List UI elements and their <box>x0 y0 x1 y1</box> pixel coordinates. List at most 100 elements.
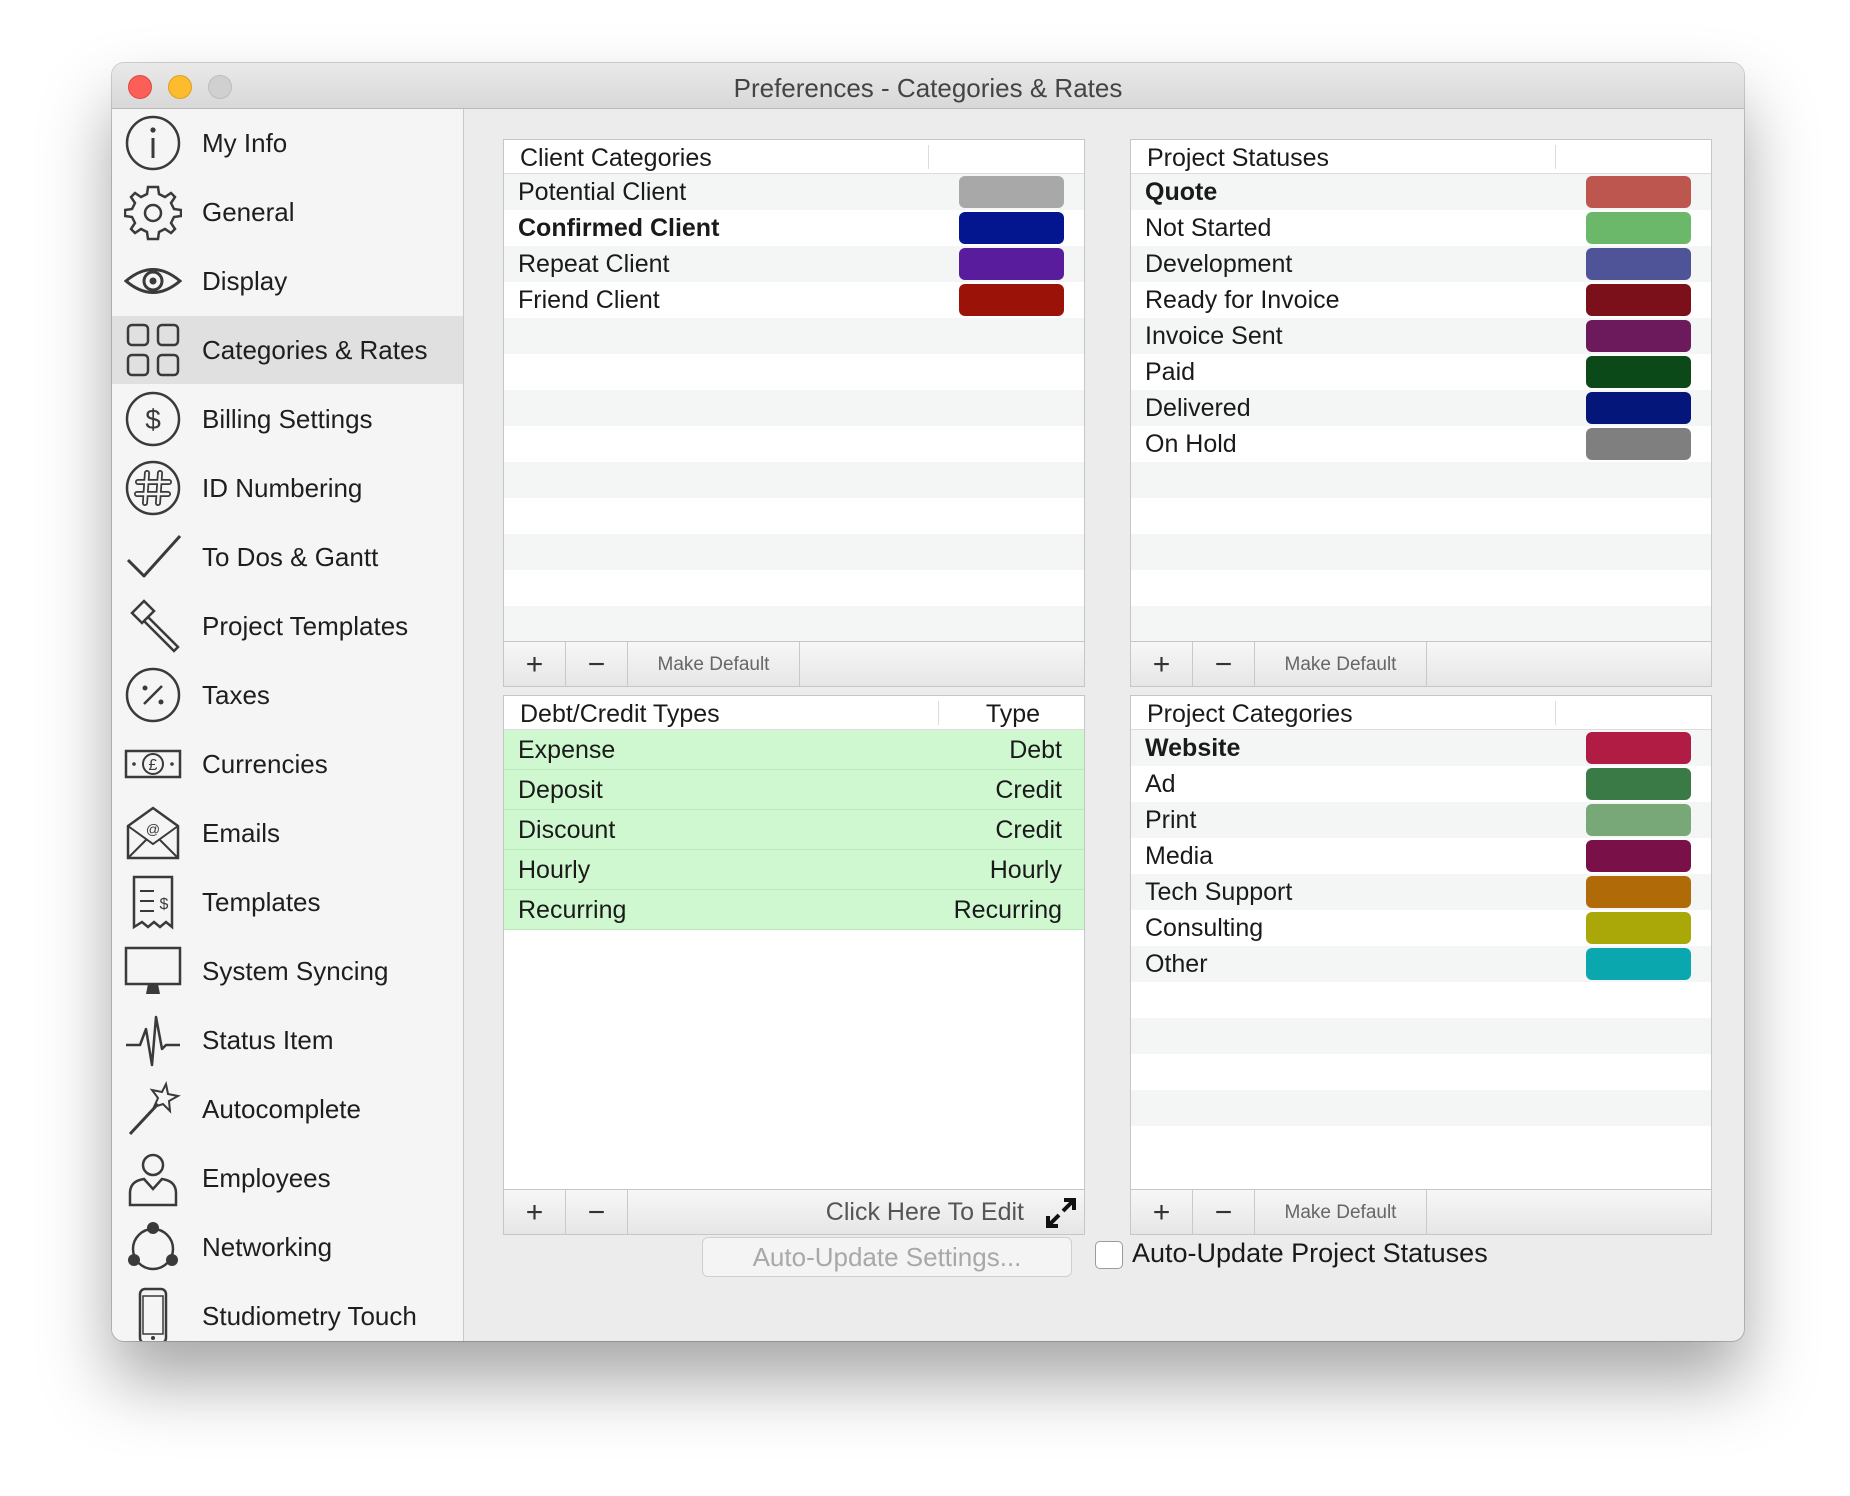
add-button[interactable]: + <box>1131 642 1193 686</box>
list-item[interactable]: Hourly Hourly <box>504 850 1084 890</box>
make-default-button[interactable]: Make Default <box>1255 642 1427 686</box>
sidebar-item-employees[interactable]: Employees <box>112 1144 463 1212</box>
sidebar-item-emails[interactable]: @ Emails <box>112 799 463 867</box>
make-default-button[interactable]: Make Default <box>1255 1190 1427 1234</box>
add-button[interactable]: + <box>504 642 566 686</box>
column-header-project-categories[interactable]: Project Categories <box>1147 700 1353 729</box>
sidebar-item-autocomplete[interactable]: Autocomplete <box>112 1075 463 1143</box>
sidebar-item-display[interactable]: Display <box>112 247 463 315</box>
sidebar-item-label: Display <box>202 265 288 296</box>
color-swatch[interactable] <box>1586 428 1691 460</box>
list-item[interactable]: Development <box>1131 246 1711 282</box>
dollar-icon: $ <box>124 390 182 448</box>
list-item[interactable]: Not Started <box>1131 210 1711 246</box>
sidebar-item-status-item[interactable]: Status Item <box>112 1006 463 1074</box>
auto-update-checkbox[interactable] <box>1095 1241 1123 1269</box>
list-item-label: On Hold <box>1145 430 1237 458</box>
remove-button[interactable]: − <box>1193 1190 1255 1234</box>
color-swatch[interactable] <box>1586 320 1691 352</box>
sidebar-item-general[interactable]: General <box>112 178 463 246</box>
sidebar-item-my-info[interactable]: My Info <box>112 109 463 177</box>
sidebar-item-taxes[interactable]: Taxes <box>112 661 463 729</box>
list-item[interactable]: Delivered <box>1131 390 1711 426</box>
list-item[interactable]: Discount Credit <box>504 810 1084 850</box>
list-item[interactable]: Tech Support <box>1131 874 1711 910</box>
list-item-type: Hourly <box>989 856 1062 884</box>
color-swatch[interactable] <box>1586 356 1691 388</box>
list-item[interactable]: Friend Client <box>504 282 1084 318</box>
auto-update-checkbox-label[interactable]: Auto-Update Project Statuses <box>1132 1238 1488 1269</box>
sidebar-item-networking[interactable]: Networking <box>112 1213 463 1281</box>
sidebar-item-label: Currencies <box>202 748 328 779</box>
color-swatch[interactable] <box>1586 948 1691 980</box>
column-header-debt-credit-types[interactable]: Debt/Credit Types <box>520 700 720 729</box>
color-swatch[interactable] <box>1586 732 1691 764</box>
sidebar-item-label: Categories & Rates <box>202 334 428 365</box>
list-item[interactable]: Expense Debt <box>504 730 1084 770</box>
monitor-icon <box>124 942 182 1000</box>
color-swatch[interactable] <box>1586 212 1691 244</box>
list-item-label: Expense <box>518 736 616 764</box>
list-item[interactable]: Deposit Credit <box>504 770 1084 810</box>
color-swatch[interactable] <box>1586 876 1691 908</box>
list-item[interactable]: Ad <box>1131 766 1711 802</box>
sidebar-item-to-dos-gantt[interactable]: To Dos & Gantt <box>112 523 463 591</box>
list-item[interactable]: Invoice Sent <box>1131 318 1711 354</box>
empty-row <box>504 426 1084 462</box>
sidebar-item-billing-settings[interactable]: $ Billing Settings <box>112 385 463 453</box>
sidebar-item-currencies[interactable]: £ Currencies <box>112 730 463 798</box>
click-here-to-edit-button[interactable]: Click Here To Edit <box>826 1198 1024 1227</box>
list-item[interactable]: Paid <box>1131 354 1711 390</box>
color-swatch[interactable] <box>959 212 1064 244</box>
list-item[interactable]: On Hold <box>1131 426 1711 462</box>
add-button[interactable]: + <box>504 1190 566 1234</box>
list-item[interactable]: Recurring Recurring <box>504 890 1084 930</box>
list-item[interactable]: Repeat Client <box>504 246 1084 282</box>
remove-button[interactable]: − <box>1193 642 1255 686</box>
sidebar-item-studiometry-touch[interactable]: Studiometry Touch <box>112 1282 463 1341</box>
expand-icon[interactable] <box>1044 1196 1078 1230</box>
column-divider <box>938 701 939 725</box>
sidebar-item-label: Status Item <box>202 1024 334 1055</box>
auto-update-settings-button[interactable]: Auto-Update Settings... <box>702 1237 1072 1277</box>
list-item[interactable]: Media <box>1131 838 1711 874</box>
list-item-label: Consulting <box>1145 914 1264 942</box>
color-swatch[interactable] <box>1586 176 1691 208</box>
sidebar-item-system-syncing[interactable]: System Syncing <box>112 937 463 1005</box>
column-header-type[interactable]: Type <box>940 700 1084 729</box>
list-item[interactable]: Potential Client <box>504 174 1084 210</box>
sidebar-item-categories-rates[interactable]: Categories & Rates <box>112 316 463 384</box>
list-item[interactable]: Other <box>1131 946 1711 982</box>
network-icon <box>124 1218 182 1276</box>
list-item[interactable]: Print <box>1131 802 1711 838</box>
sidebar-item-templates[interactable]: $ Templates <box>112 868 463 936</box>
remove-button[interactable]: − <box>566 1190 628 1234</box>
color-swatch[interactable] <box>1586 804 1691 836</box>
color-swatch[interactable] <box>1586 912 1691 944</box>
column-header-client-categories[interactable]: Client Categories <box>520 144 712 173</box>
color-swatch[interactable] <box>1586 392 1691 424</box>
project-categories-header: Project Categories <box>1131 696 1711 730</box>
color-swatch[interactable] <box>1586 840 1691 872</box>
color-swatch[interactable] <box>1586 284 1691 316</box>
column-header-project-statuses[interactable]: Project Statuses <box>1147 144 1329 173</box>
sidebar-item-project-templates[interactable]: Project Templates <box>112 592 463 660</box>
list-item-label: Discount <box>518 816 616 844</box>
color-swatch[interactable] <box>959 248 1064 280</box>
color-swatch[interactable] <box>1586 248 1691 280</box>
title-bar: Preferences - Categories & Rates <box>112 63 1744 109</box>
list-item[interactable]: Website <box>1131 730 1711 766</box>
empty-row <box>1131 1126 1711 1162</box>
remove-button[interactable]: − <box>566 642 628 686</box>
color-swatch[interactable] <box>959 176 1064 208</box>
list-item[interactable]: Ready for Invoice <box>1131 282 1711 318</box>
empty-row <box>504 570 1084 606</box>
sidebar-item-id-numbering[interactable]: ID Numbering <box>112 454 463 522</box>
make-default-button[interactable]: Make Default <box>628 642 800 686</box>
list-item[interactable]: Quote <box>1131 174 1711 210</box>
add-button[interactable]: + <box>1131 1190 1193 1234</box>
list-item[interactable]: Consulting <box>1131 910 1711 946</box>
color-swatch[interactable] <box>1586 768 1691 800</box>
list-item[interactable]: Confirmed Client <box>504 210 1084 246</box>
color-swatch[interactable] <box>959 284 1064 316</box>
